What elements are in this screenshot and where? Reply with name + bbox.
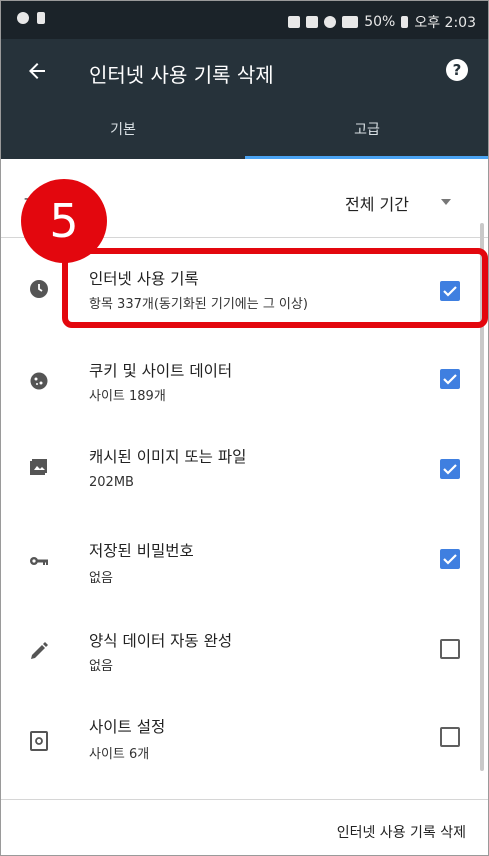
checkbox[interactable] xyxy=(440,549,460,569)
status-time: 오후 2:03 xyxy=(414,15,476,31)
notification-icon xyxy=(17,12,29,24)
list-item-cache[interactable]: 캐시된 이미지 또는 파일 202MB xyxy=(1,433,477,523)
item-title: 캐시된 이미지 또는 파일 xyxy=(89,448,247,466)
music-note-icon xyxy=(37,12,45,24)
item-title: 사이트 설정 xyxy=(89,718,166,736)
signal-icon xyxy=(342,16,359,28)
list-item-passwords[interactable]: 저장된 비밀번호 없음 xyxy=(1,527,477,617)
item-subtitle: 202MB xyxy=(89,475,134,490)
tab-bar: 기본 고급 xyxy=(1,105,488,159)
annotation-highlight-box xyxy=(62,248,488,328)
item-subtitle: 없음 xyxy=(89,571,113,586)
status-left xyxy=(17,12,45,24)
pencil-icon xyxy=(31,642,48,659)
help-icon[interactable]: ? xyxy=(446,59,468,81)
item-title: 쿠키 및 사이트 데이터 xyxy=(89,362,233,380)
checkbox[interactable] xyxy=(440,459,460,479)
site-settings-icon xyxy=(30,731,48,751)
checkbox[interactable] xyxy=(440,639,460,659)
item-subtitle: 없음 xyxy=(89,659,113,674)
check-icon xyxy=(443,374,457,385)
list-item-site-settings[interactable]: 사이트 설정 사이트 6개 xyxy=(1,707,477,797)
alarm-icon xyxy=(324,16,337,28)
status-right: 50% 오후 2:03 xyxy=(288,12,476,32)
item-subtitle: 사이트 6개 xyxy=(89,747,150,762)
cookie-icon xyxy=(30,372,48,390)
list-item-cookies[interactable]: 쿠키 및 사이트 데이터 사이트 189개 xyxy=(1,341,477,431)
battery-percent: 50% xyxy=(364,14,396,30)
item-title: 저장된 비밀번호 xyxy=(89,542,194,560)
image-icon xyxy=(30,459,47,475)
dropdown-arrow-icon[interactable] xyxy=(441,199,451,205)
checkbox[interactable] xyxy=(440,369,460,389)
app-screen: 50% 오후 2:03 인터넷 사용 기록 삭제 ? 기본 고급 기간 전체 기… xyxy=(0,0,489,856)
list-item-autofill[interactable]: 양식 데이터 자동 완성 없음 xyxy=(1,617,477,707)
clear-data-button[interactable]: 인터넷 사용 기록 삭제 xyxy=(337,822,466,842)
footer: 인터넷 사용 기록 삭제 xyxy=(1,800,488,855)
item-subtitle: 사이트 189개 xyxy=(89,389,166,404)
tab-advanced[interactable]: 고급 xyxy=(245,105,488,159)
time-range-select[interactable]: 전체 기간 xyxy=(345,191,409,215)
lock-icon xyxy=(288,16,301,28)
arrow-left-icon[interactable] xyxy=(25,59,49,83)
key-icon xyxy=(30,557,48,565)
page-title: 인터넷 사용 기록 삭제 xyxy=(89,63,274,87)
item-title: 양식 데이터 자동 완성 xyxy=(89,632,233,650)
status-bar: 50% 오후 2:03 xyxy=(1,1,488,39)
app-bar: 인터넷 사용 기록 삭제 ? xyxy=(1,39,488,105)
check-icon xyxy=(443,464,457,475)
tab-basic[interactable]: 기본 xyxy=(1,105,245,159)
checkbox[interactable] xyxy=(440,727,460,747)
clock-icon xyxy=(30,280,48,298)
annotation-step-badge: 5 xyxy=(21,179,107,263)
check-icon xyxy=(443,554,457,565)
mute-icon xyxy=(306,16,319,28)
battery-icon xyxy=(401,16,409,28)
